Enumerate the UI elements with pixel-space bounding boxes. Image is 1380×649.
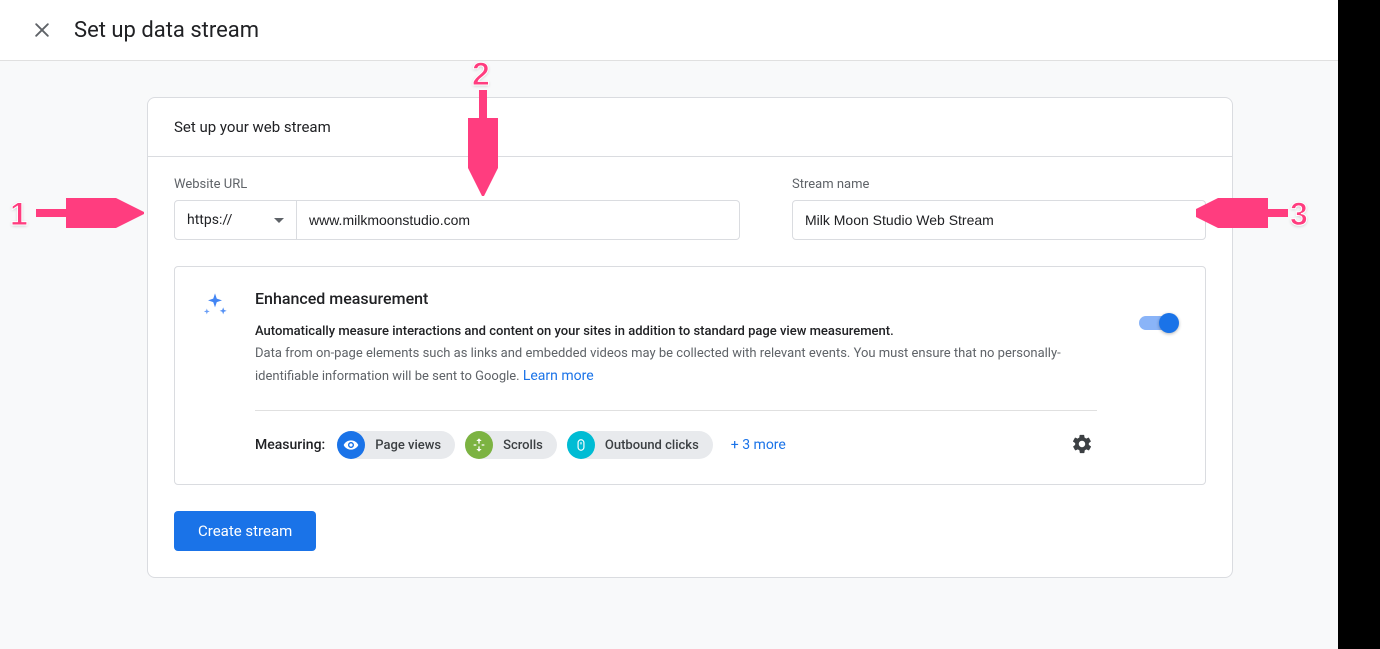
measuring-row: Measuring: Page views: [255, 429, 1097, 462]
stream-field-group: Stream name: [792, 177, 1206, 240]
learn-more-link[interactable]: Learn more: [523, 368, 594, 384]
enhanced-title: Enhanced measurement: [255, 289, 1097, 308]
enhanced-desc: Automatically measure interactions and c…: [255, 322, 1097, 342]
settings-button[interactable]: [1067, 429, 1097, 462]
divider: [255, 410, 1097, 411]
eye-icon: [337, 431, 365, 459]
url-input[interactable]: [297, 200, 740, 240]
protocol-select[interactable]: https://: [174, 200, 297, 240]
chip-scrolls: Scrolls: [465, 431, 557, 459]
dialog-title: Set up data stream: [74, 18, 259, 43]
chip-label: Page views: [375, 438, 441, 453]
chevron-down-icon: [274, 218, 284, 223]
url-label: Website URL: [174, 177, 740, 192]
enhanced-toggle[interactable]: [1139, 313, 1179, 333]
more-events-link[interactable]: + 3 more: [731, 437, 786, 453]
scroll-icon: [465, 431, 493, 459]
dialog-body: Set up your web stream Website URL https…: [0, 61, 1380, 649]
dialog-header: Set up data stream: [0, 0, 1380, 61]
black-sidebar: [1338, 0, 1380, 649]
main-card: Set up your web stream Website URL https…: [147, 97, 1233, 578]
gear-icon: [1071, 433, 1093, 455]
form-row: Website URL https:// Stream name: [174, 177, 1206, 240]
card-subtitle: Set up your web stream: [148, 98, 1232, 157]
enhanced-body: Enhanced measurement Automatically measu…: [255, 289, 1097, 462]
stream-label: Stream name: [792, 177, 1206, 192]
mouse-icon: [567, 431, 595, 459]
close-icon: [32, 20, 52, 40]
chip-label: Scrolls: [503, 438, 543, 453]
url-field-group: Website URL https://: [174, 177, 740, 240]
enhanced-measurement-card: Enhanced measurement Automatically measu…: [174, 266, 1206, 485]
enhanced-note: Data from on-page elements such as links…: [255, 346, 1061, 384]
chip-page-views: Page views: [337, 431, 455, 459]
sparkle-icon: [201, 291, 229, 323]
stream-name-input[interactable]: [792, 200, 1206, 240]
protocol-value: https://: [187, 212, 232, 228]
chip-outbound: Outbound clicks: [567, 431, 713, 459]
form-area: Website URL https:// Stream name: [148, 157, 1232, 577]
chip-label: Outbound clicks: [605, 438, 699, 453]
close-button[interactable]: [28, 16, 56, 44]
url-combo: https://: [174, 200, 740, 240]
create-stream-button[interactable]: Create stream: [174, 511, 316, 551]
measuring-label: Measuring:: [255, 437, 325, 453]
